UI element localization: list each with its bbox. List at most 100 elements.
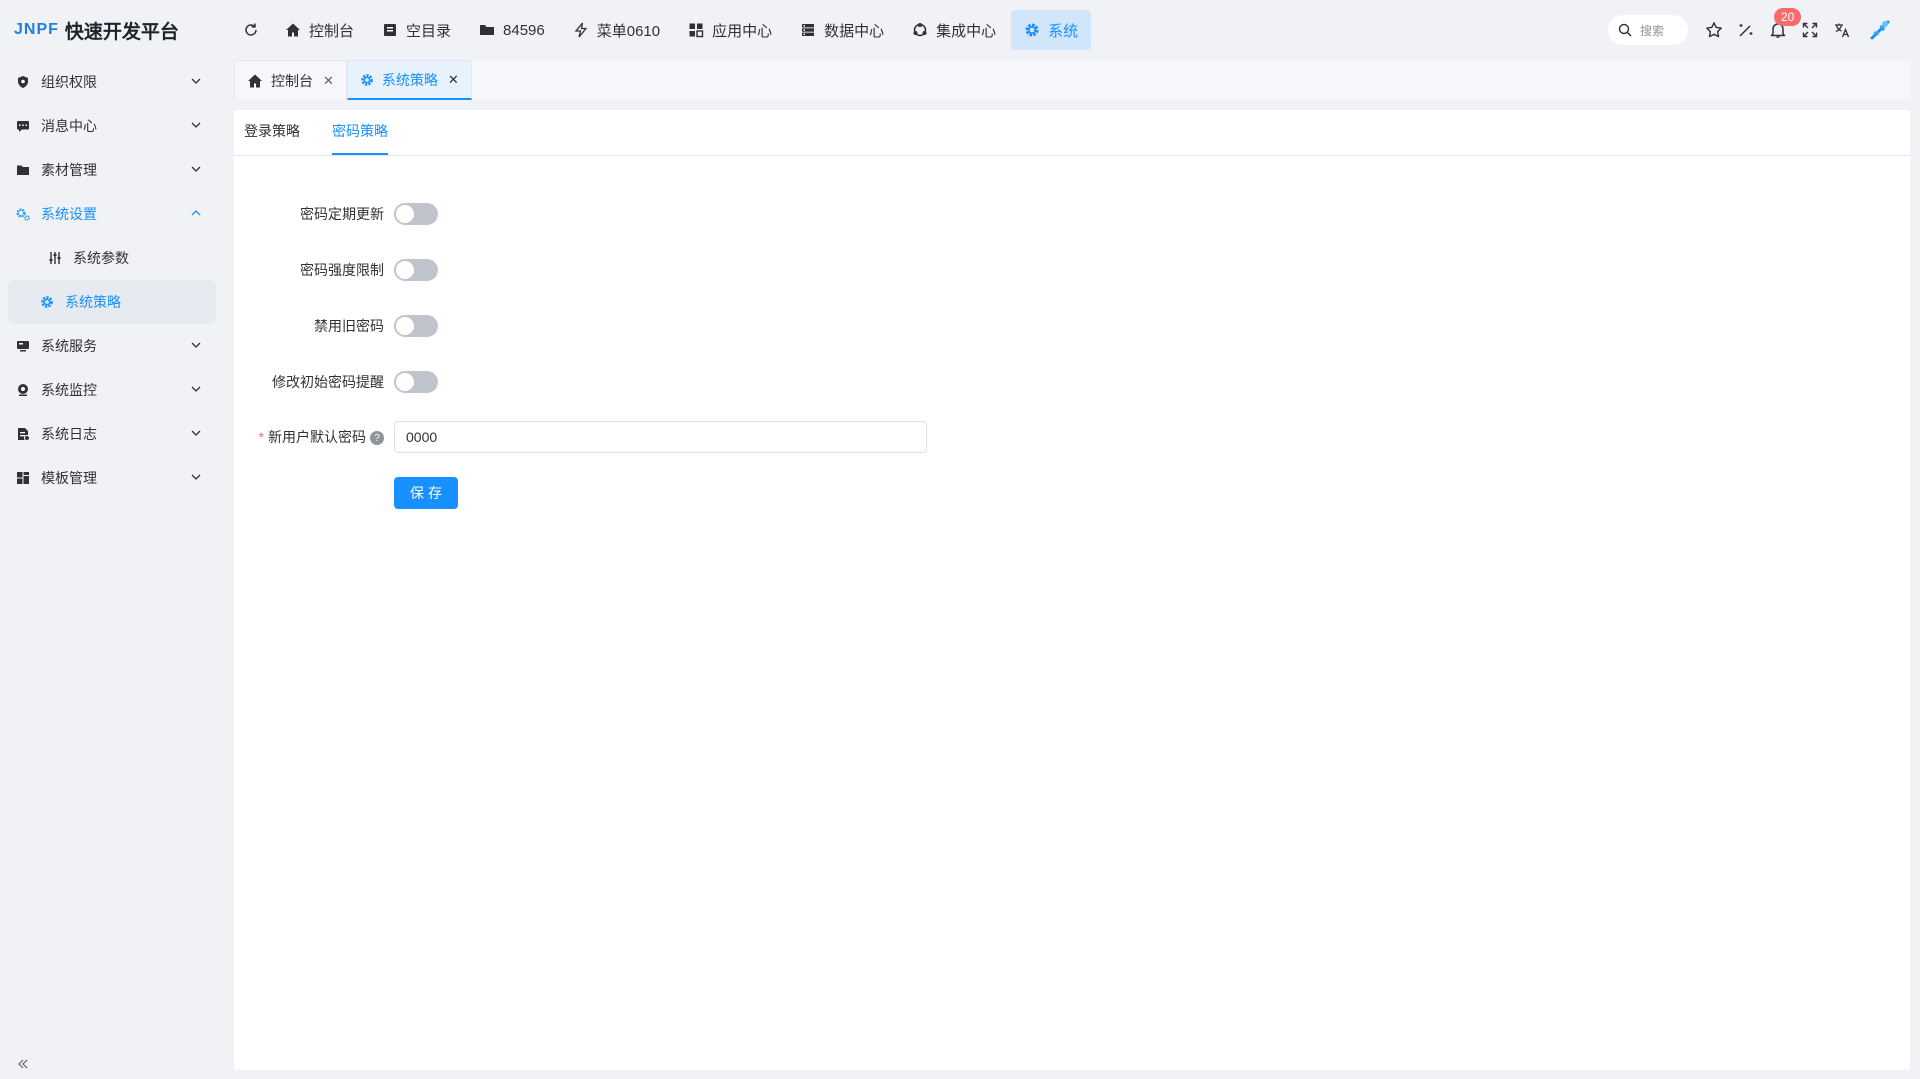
template-icon <box>16 471 32 485</box>
sidebar-item-label: 组织权限 <box>41 74 97 90</box>
search-icon <box>1618 23 1632 37</box>
sidebar-item-system-settings[interactable]: 系统设置 <box>0 192 232 236</box>
nav-item-dashboard[interactable]: 控制台 <box>272 10 367 50</box>
close-icon[interactable]: ✕ <box>448 72 459 88</box>
nav-item-system[interactable]: 系统 <box>1011 10 1092 50</box>
sidebar-item-system-policy[interactable]: 系统策略 <box>8 280 216 324</box>
server-icon <box>16 339 32 353</box>
chevron-down-icon <box>190 163 202 175</box>
avatar-icon <box>1870 20 1890 40</box>
sidebar-item-label: 素材管理 <box>41 162 97 178</box>
home-icon <box>285 22 301 38</box>
message-icon <box>16 119 32 133</box>
header-tools: 搜索 20 <box>1608 0 1920 60</box>
sidebar-item-label: 系统服务 <box>41 338 97 354</box>
sidebar: 组织权限 消息中心 素材管理 系统设置 系统参数 系统策略 系统服务 系统监控 … <box>0 60 232 1079</box>
magic-wand-icon <box>1739 24 1753 37</box>
translate-icon <box>1835 23 1850 38</box>
nav-item-label: 应用中心 <box>712 22 773 40</box>
sidebar-item-template[interactable]: 模板管理 <box>0 456 232 500</box>
chevron-up-icon <box>190 207 202 219</box>
sidebar-item-label: 系统日志 <box>41 426 97 442</box>
nav-item-menu0610[interactable]: 菜单0610 <box>560 10 673 50</box>
save-button[interactable]: 保存 <box>394 477 458 509</box>
sidebar-item-message-center[interactable]: 消息中心 <box>0 104 232 148</box>
sidebar-item-label: 系统策略 <box>65 294 121 310</box>
top-nav: 控制台 空目录 84596 菜单0610 应用中心 数据中心 集成中心 系统 <box>232 0 1093 60</box>
field-label: * 新用户默认密码? <box>234 427 394 447</box>
nav-item-label: 集成中心 <box>936 22 997 40</box>
search-input[interactable]: 搜索 <box>1608 15 1688 45</box>
search-placeholder: 搜索 <box>1640 23 1665 38</box>
form-row-strength-limit: 密码强度限制 <box>234 254 1910 286</box>
nav-item-label: 系统 <box>1048 22 1079 40</box>
form-row-periodic-update: 密码定期更新 <box>234 198 1910 230</box>
chevron-down-icon <box>190 75 202 87</box>
form-row-disable-old: 禁用旧密码 <box>234 310 1910 342</box>
sidebar-item-system-params[interactable]: 系统参数 <box>8 236 216 280</box>
chevron-down-icon <box>190 383 202 395</box>
page-tabs: 控制台 ✕ 系统策略 ✕ <box>234 60 1910 100</box>
tab-dashboard[interactable]: 控制台 ✕ <box>234 60 347 100</box>
sidebar-item-material[interactable]: 素材管理 <box>0 148 232 192</box>
help-icon[interactable]: ? <box>370 431 384 446</box>
chevron-down-icon <box>190 119 202 131</box>
sidebar-item-system-log[interactable]: 系统日志 <box>0 412 232 456</box>
tab-label: 控制台 <box>271 72 313 89</box>
double-chevron-left-icon <box>18 1059 28 1069</box>
tab-label: 系统策略 <box>381 71 438 88</box>
nav-item-empty-dir[interactable]: 空目录 <box>369 10 464 50</box>
nav-item-app-center[interactable]: 应用中心 <box>675 10 785 50</box>
nav-item-84596[interactable]: 84596 <box>466 10 558 50</box>
refresh-icon <box>245 23 257 36</box>
flash-icon <box>573 22 589 38</box>
notification-button[interactable]: 20 <box>1762 8 1802 46</box>
nav-item-label: 控制台 <box>309 22 355 40</box>
subtab-login-policy[interactable]: 登录策略 <box>244 109 300 155</box>
nav-item-data-center[interactable]: 数据中心 <box>787 10 897 50</box>
field-label: 禁用旧密码 <box>314 318 384 334</box>
subtab-password-policy[interactable]: 密码策略 <box>332 109 388 155</box>
strength-limit-switch[interactable] <box>394 259 438 281</box>
book-icon <box>382 22 398 38</box>
tab-system-policy[interactable]: 系统策略 ✕ <box>346 60 472 100</box>
main-panel: 登录策略 密码策略 密码定期更新 密码强度限制 禁用旧密码 修改初始密码提醒 *… <box>234 110 1910 1070</box>
log-icon <box>16 427 32 441</box>
collapse-sidebar-button[interactable] <box>16 1057 30 1071</box>
folder-icon <box>479 22 495 38</box>
nav-item-label: 菜单0610 <box>596 22 661 40</box>
logo-mark: JNPF <box>14 21 59 38</box>
close-icon[interactable]: ✕ <box>323 73 334 89</box>
sliders-icon <box>48 251 64 265</box>
refresh-button[interactable] <box>234 13 268 47</box>
app-logo[interactable]: JNPF 快速开发平台 <box>0 0 232 60</box>
form-row-actions: 保存 <box>234 477 1910 509</box>
monitor-icon <box>16 383 32 397</box>
nav-item-label: 84596 <box>503 21 545 39</box>
chevron-down-icon <box>190 471 202 483</box>
magic-button[interactable] <box>1730 14 1762 46</box>
user-avatar[interactable] <box>1864 14 1896 46</box>
integration-icon <box>912 22 928 38</box>
favorite-button[interactable] <box>1698 14 1730 46</box>
sidebar-item-label: 消息中心 <box>41 118 97 134</box>
disable-old-password-switch[interactable] <box>394 315 438 337</box>
top-header: JNPF 快速开发平台 控制台 空目录 84596 菜单0610 应用中心 数据 <box>0 0 1920 60</box>
sidebar-item-system-monitor[interactable]: 系统监控 <box>0 368 232 412</box>
language-button[interactable] <box>1826 14 1858 46</box>
sidebar-item-org-permission[interactable]: 组织权限 <box>0 60 232 104</box>
nav-item-integration-center[interactable]: 集成中心 <box>899 10 1009 50</box>
policy-tabs: 登录策略 密码策略 <box>234 110 1910 156</box>
nav-item-label: 空目录 <box>406 22 452 40</box>
default-password-label: 新用户默认密码 <box>268 429 366 445</box>
sidebar-item-system-service[interactable]: 系统服务 <box>0 324 232 368</box>
default-password-input[interactable] <box>394 421 927 453</box>
field-label: 密码定期更新 <box>300 206 384 222</box>
field-label: 修改初始密码提醒 <box>272 374 384 390</box>
sidebar-item-label: 系统监控 <box>41 382 97 398</box>
periodic-update-switch[interactable] <box>394 203 438 225</box>
fullscreen-button[interactable] <box>1794 14 1826 46</box>
fullscreen-icon <box>1802 22 1818 38</box>
initial-password-reminder-switch[interactable] <box>394 371 438 393</box>
folder-icon <box>16 163 32 177</box>
